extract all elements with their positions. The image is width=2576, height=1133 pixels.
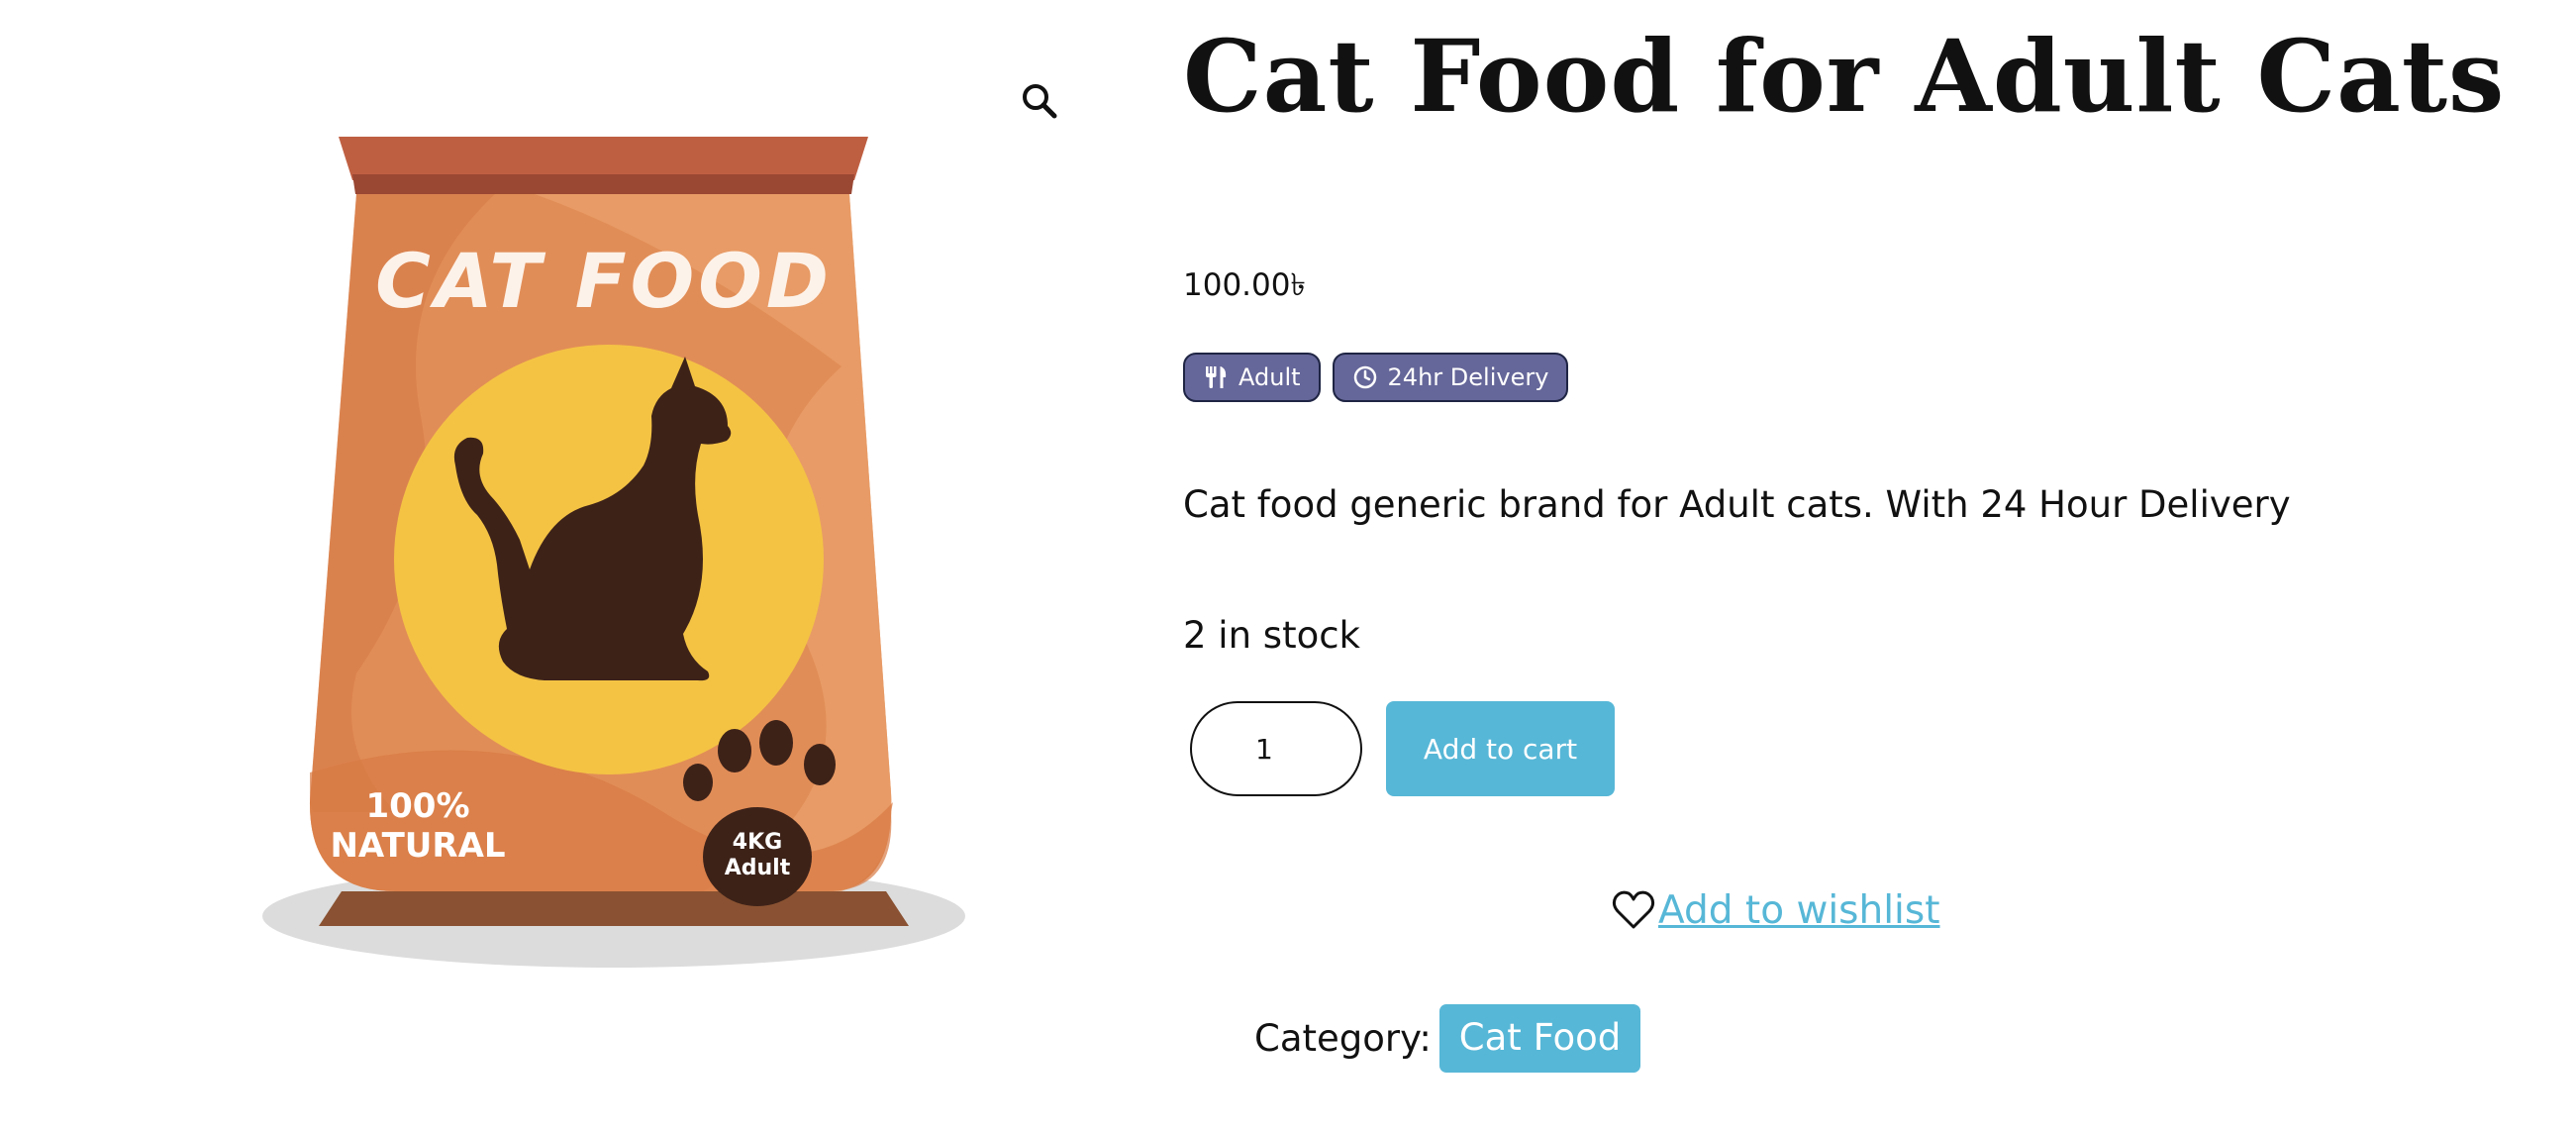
badge-delivery-label: 24hr Delivery [1387, 363, 1549, 391]
clock-icon [1353, 365, 1376, 389]
zoom-button[interactable] [1008, 69, 1071, 133]
badge-adult-label: Adult [1238, 363, 1301, 391]
badge-adult: Adult [1183, 353, 1321, 402]
product-description: Cat food generic brand for Adult cats. W… [1183, 483, 2291, 526]
product-summary: Cat Food for Adult Cats 100.00৳ Adult 24… [1183, 0, 2549, 1133]
bag-bottom [319, 891, 909, 926]
bag-title: CAT FOOD [375, 237, 833, 325]
heart-icon [1612, 890, 1655, 929]
stock-status: 2 in stock [1183, 614, 1360, 657]
bag-top [339, 137, 868, 180]
product-image[interactable]: CAT FOOD 100% NATURAL 4KG Adult [248, 119, 980, 1000]
quantity-input[interactable] [1190, 701, 1362, 796]
add-to-cart-button[interactable]: Add to cart [1386, 701, 1615, 796]
variant-label: Adult [725, 856, 791, 880]
product-category: Category: Cat Food [1254, 1004, 1641, 1073]
product-price: 100.00৳ [1183, 267, 1306, 303]
product-title: Cat Food for Adult Cats [1183, 18, 2506, 135]
product-gallery: CAT FOOD 100% NATURAL 4KG Adult [0, 0, 1099, 1133]
fork-knife-icon [1206, 366, 1227, 388]
badge-delivery: 24hr Delivery [1332, 353, 1569, 402]
natural-line-1: 100% [365, 786, 469, 826]
category-link[interactable]: Cat Food [1438, 1004, 1641, 1073]
wishlist-link[interactable]: Add to wishlist [1658, 888, 1940, 933]
natural-line-2: NATURAL [330, 826, 505, 866]
weight-label: 4KG [733, 830, 782, 855]
category-label: Category: [1254, 1016, 1432, 1060]
magnifier-icon [1023, 84, 1057, 119]
wishlist-button[interactable]: Add to wishlist [1611, 887, 1940, 933]
badge-list: Adult 24hr Delivery [1183, 353, 1569, 402]
bag-top-band [352, 174, 854, 194]
